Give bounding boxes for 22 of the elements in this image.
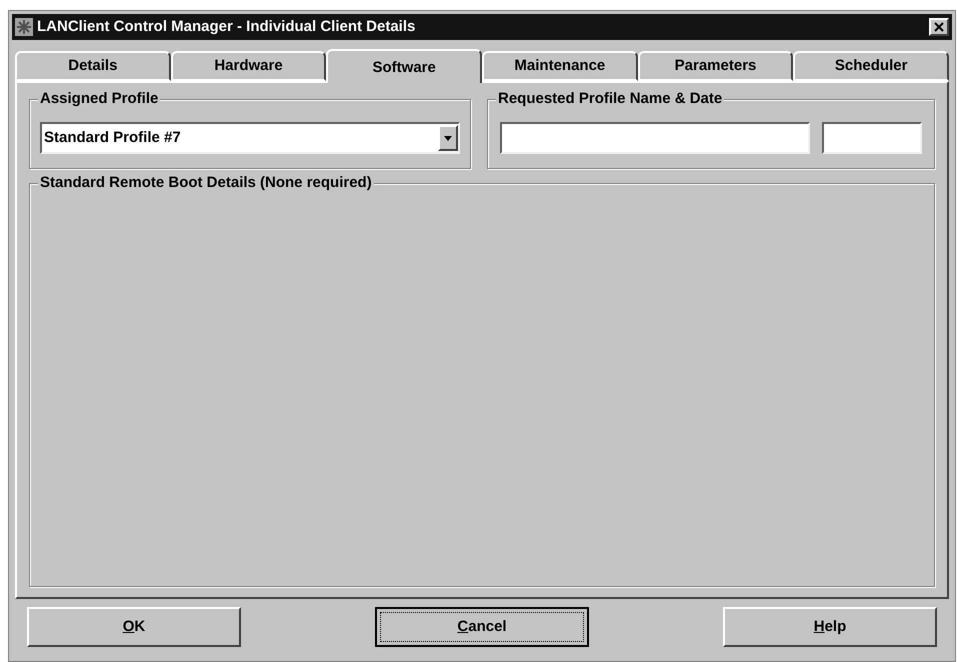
tab[interactable]: Maintenance xyxy=(482,51,638,81)
date-field[interactable] xyxy=(822,122,922,154)
group-label: Standard Remote Boot Details (None required) xyxy=(38,174,374,192)
profile-name-field[interactable] xyxy=(500,122,810,154)
caret-icon xyxy=(444,136,452,140)
dialog-button[interactable]: Cancel xyxy=(375,607,589,647)
profile-dropdown[interactable]: Standard Profile #7 xyxy=(40,122,460,154)
dropdown-value: Standard Profile #7 xyxy=(44,128,182,148)
tab[interactable]: Scheduler xyxy=(793,51,950,81)
dropdown-arrow-button[interactable] xyxy=(438,125,458,151)
group-label: Assigned Profile xyxy=(38,90,160,108)
group-label: Requested Profile Name & Date xyxy=(496,90,724,108)
tab[interactable]: Software xyxy=(326,49,482,83)
app-icon xyxy=(15,18,33,36)
window-title: LANClient Control Manager - Individual Client Details xyxy=(37,16,416,37)
dialog-button[interactable]: Help xyxy=(723,607,937,647)
close-button[interactable] xyxy=(929,18,949,36)
tab[interactable]: Hardware xyxy=(170,51,326,81)
tab[interactable]: Parameters xyxy=(638,51,794,81)
close-icon xyxy=(934,22,944,32)
tab[interactable]: Details xyxy=(15,51,171,81)
dialog-button[interactable]: OK xyxy=(27,607,241,647)
